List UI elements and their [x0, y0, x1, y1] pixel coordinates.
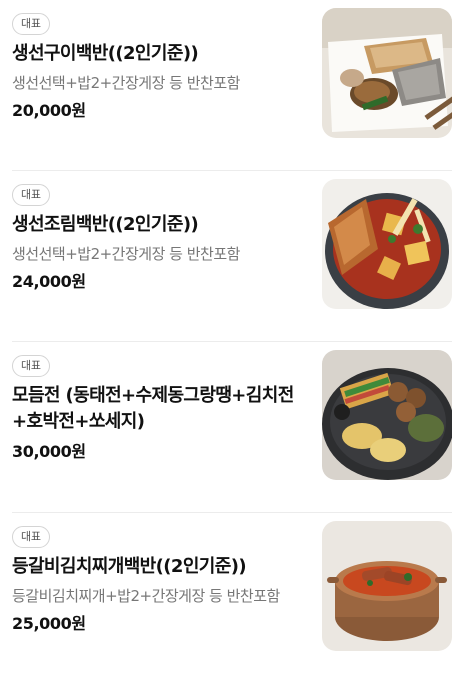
menu-item-braised-fish[interactable]: 대표 생선조림백반((2인기준)) 생선선택+밥2+간장게장 등 반찬포함 24… [12, 171, 452, 342]
menu-list: 대표 생선구이백반((2인기준)) 생선선택+밥2+간장게장 등 반찬포함 20… [0, 0, 460, 684]
menu-item-photo[interactable] [322, 8, 452, 138]
menu-item-info: 대표 등갈비김치찌개백반((2인기준)) 등갈비김치찌개+밥2+간장게장 등 반… [12, 525, 302, 635]
menu-item-price: 25,000원 [12, 614, 86, 633]
menu-item-name: 등갈비김치찌개백반((2인기준)) [12, 556, 247, 577]
grilled-fish-photo [322, 8, 452, 138]
menu-item-price: 30,000원 [12, 442, 86, 461]
braised-fish-photo [322, 179, 452, 309]
menu-item-kimchi-stew[interactable]: 대표 등갈비김치찌개백반((2인기준)) 등갈비김치찌개+밥2+간장게장 등 반… [12, 513, 452, 684]
menu-item-assorted-jeon[interactable]: 대표 모듬전 (동태전+수제동그랑땡+김치전+호박전+쏘세지) 30,000원 [12, 342, 452, 513]
menu-item-info: 대표 생선조림백반((2인기준)) 생선선택+밥2+간장게장 등 반찬포함 24… [12, 183, 302, 293]
signature-badge: 대표 [12, 184, 50, 206]
menu-item-price: 20,000원 [12, 101, 86, 120]
menu-item-name: 모듬전 (동태전+수제동그랑땡+김치전+호박전+쏘세지) [12, 385, 294, 432]
menu-item-description: 생선선택+밥2+간장게장 등 반찬포함 [12, 74, 240, 92]
kimchi-stew-photo [322, 521, 452, 651]
menu-item-info: 대표 생선구이백반((2인기준)) 생선선택+밥2+간장게장 등 반찬포함 20… [12, 12, 302, 122]
signature-badge: 대표 [12, 13, 50, 35]
menu-item-photo[interactable] [322, 179, 452, 309]
menu-item-name: 생선구이백반((2인기준)) [12, 43, 199, 64]
signature-badge: 대표 [12, 355, 50, 377]
assorted-jeon-photo [322, 350, 452, 480]
menu-item-description: 등갈비김치찌개+밥2+간장게장 등 반찬포함 [12, 587, 280, 605]
menu-item-price: 24,000원 [12, 272, 86, 291]
menu-item-info: 대표 모듬전 (동태전+수제동그랑땡+김치전+호박전+쏘세지) 30,000원 [12, 354, 302, 463]
menu-item-grilled-fish[interactable]: 대표 생선구이백반((2인기준)) 생선선택+밥2+간장게장 등 반찬포함 20… [12, 0, 452, 171]
menu-item-name: 생선조림백반((2인기준)) [12, 214, 199, 235]
menu-item-photo[interactable] [322, 350, 452, 480]
signature-badge: 대표 [12, 526, 50, 548]
menu-item-photo[interactable] [322, 521, 452, 651]
menu-item-description: 생선선택+밥2+간장게장 등 반찬포함 [12, 245, 240, 263]
